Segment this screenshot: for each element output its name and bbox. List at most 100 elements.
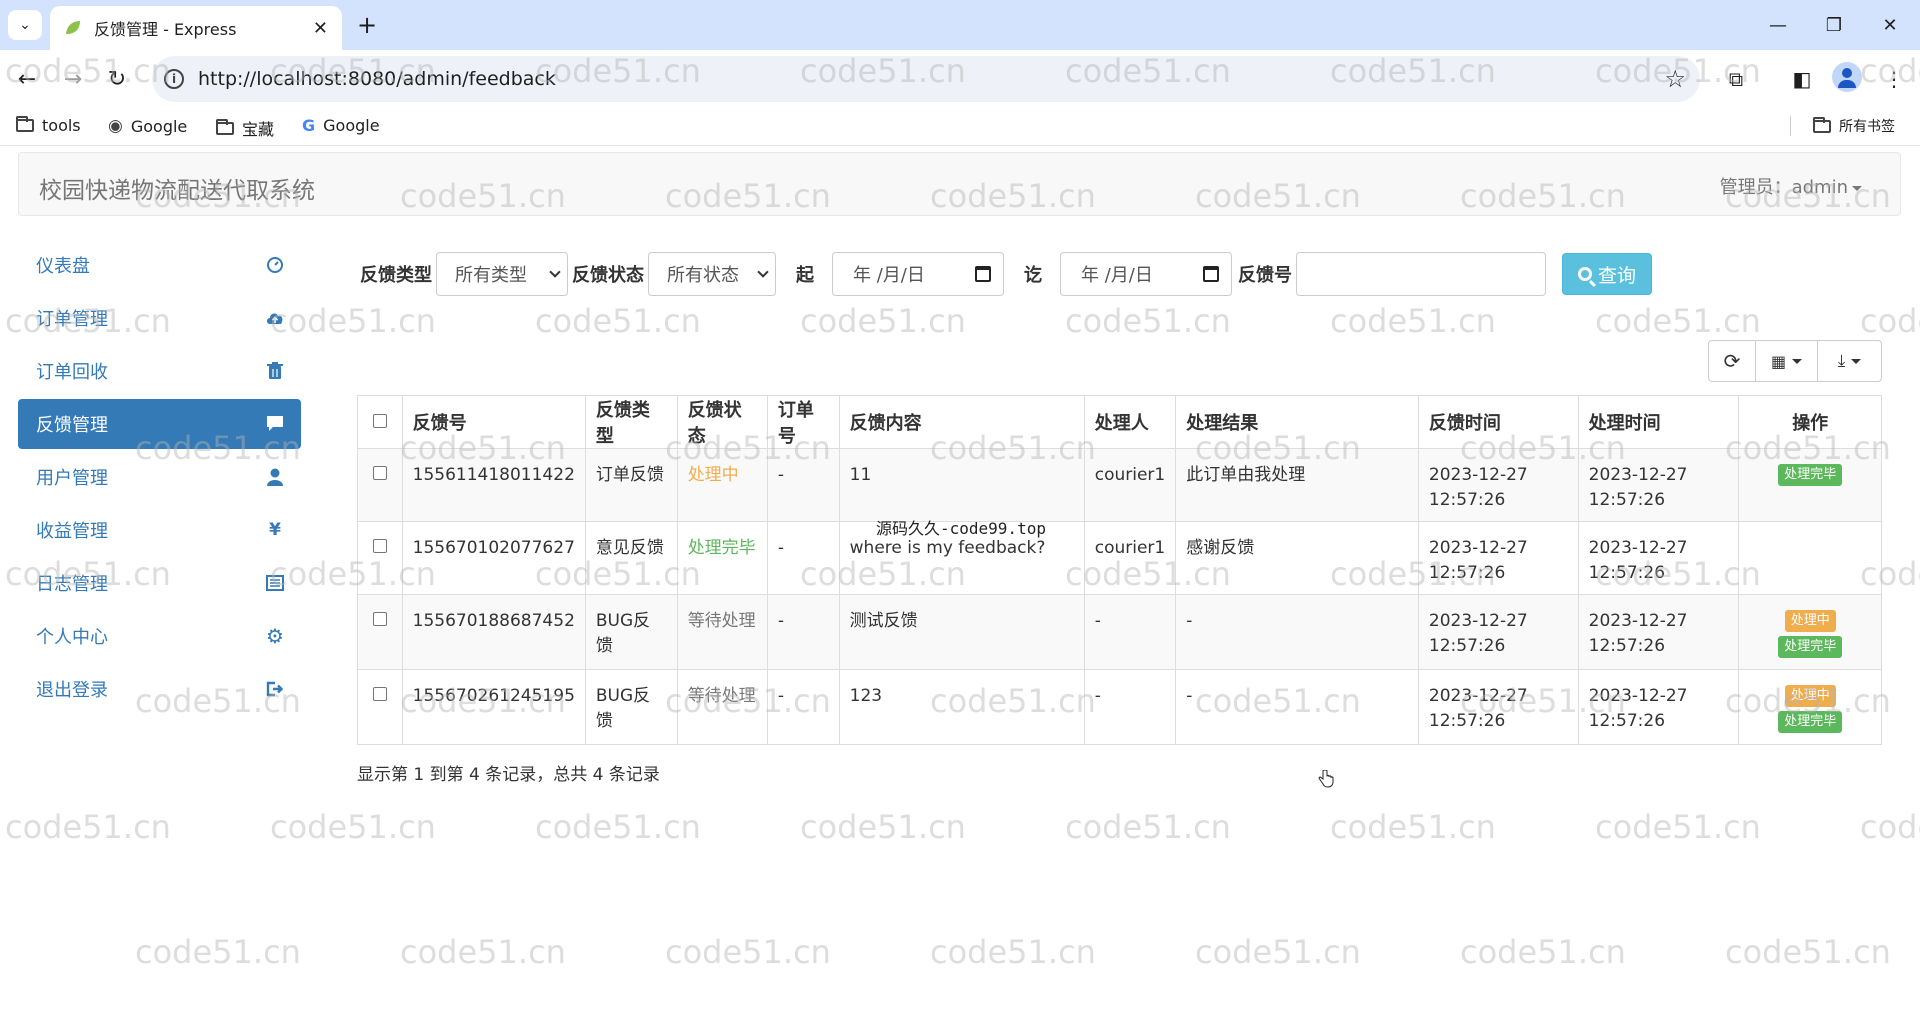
profile-avatar[interactable] xyxy=(1832,62,1862,92)
mark-processing-button[interactable]: 处理中 xyxy=(1784,685,1836,707)
feedback-status-select[interactable]: 所有状态 xyxy=(648,252,776,296)
table-row[interactable]: 155611418011422 订单反馈 处理中 -11 courier1 此订单由我处理… xyxy=(357,448,1882,522)
sidebar-item-feedback[interactable]: 反馈管理 xyxy=(18,399,301,449)
sidebar-item-order-recycle[interactable]: 订单回收 xyxy=(18,346,301,396)
refresh-button[interactable]: ⟳ xyxy=(1708,340,1756,382)
watermark-text: code51.cn xyxy=(1065,808,1231,846)
sidebar-item-logs[interactable]: 日志管理 xyxy=(18,558,301,608)
cell-created: 2023-12-27 12:57:26 xyxy=(1417,669,1579,745)
bookmark-tools[interactable]: tools xyxy=(16,116,81,135)
address-bar[interactable]: i http://localhost:8080/admin/feedback ☆ xyxy=(152,56,1700,102)
feedback-id-input[interactable] xyxy=(1296,252,1546,296)
menu-kebab-icon[interactable]: ⋮ xyxy=(1878,64,1910,94)
sidebar-item-profile[interactable]: 个人中心 ⚙ xyxy=(18,611,301,661)
cell-id: 155670261245195 xyxy=(401,669,586,745)
sidebar-item-orders[interactable]: 订单管理 xyxy=(18,293,301,343)
bookmark-google-1[interactable]: ◉ Google xyxy=(108,116,187,136)
sidebar-item-logout[interactable]: 退出登录 xyxy=(18,664,301,714)
caret-down-icon xyxy=(1852,185,1862,191)
pagination-info: 显示第 1 到第 4 条记录，总共 4 条记录 xyxy=(357,765,660,785)
watermark-text: code51.cn xyxy=(665,933,831,971)
columns-toggle-button[interactable]: ▦ xyxy=(1756,340,1818,382)
end-date-input[interactable]: 年 /月/日 xyxy=(1060,252,1232,296)
list-alt-icon xyxy=(265,573,285,593)
close-window-button[interactable]: ✕ xyxy=(1870,10,1910,40)
minimize-button[interactable]: — xyxy=(1758,10,1798,40)
reload-button[interactable]: ↻ xyxy=(102,64,132,94)
watermark-text: code51.cn xyxy=(135,933,301,971)
bookmark-star-icon[interactable]: ☆ xyxy=(1664,65,1686,93)
sidebar-nav: 仪表盘 订单管理 订单回收 反馈管理 用户管理 收益管理 ¥ 日志管理 个人中心… xyxy=(18,240,301,717)
calendar-icon[interactable] xyxy=(975,266,991,282)
sidebar-item-dashboard[interactable]: 仪表盘 xyxy=(18,240,301,290)
row-select-cell xyxy=(357,448,403,522)
mark-processing-button[interactable]: 处理中 xyxy=(1784,610,1836,632)
site-info-icon[interactable]: i xyxy=(164,69,184,89)
table-row[interactable]: 155670188687452 BUG反馈 等待处理 - 测试反馈 - -2023-12-2… xyxy=(357,594,1882,670)
column-header-handled[interactable]: 处理时间 xyxy=(1577,395,1740,449)
cell-actions: 处理中 处理完毕 xyxy=(1738,594,1882,670)
query-button[interactable]: 查询 xyxy=(1562,253,1652,295)
mark-done-button[interactable]: 处理完毕 xyxy=(1778,636,1843,658)
column-header-handler[interactable]: 处理人 xyxy=(1083,395,1177,449)
bookmark-google-2[interactable]: G Google xyxy=(302,116,380,135)
column-header-result[interactable]: 处理结果 xyxy=(1175,395,1419,449)
column-header-order[interactable]: 订单号 xyxy=(766,395,840,449)
back-button[interactable]: ← xyxy=(12,64,42,94)
tab-title: 反馈管理 - Express xyxy=(94,20,237,39)
sidebar-item-users[interactable]: 用户管理 xyxy=(18,452,301,502)
row-checkbox[interactable] xyxy=(372,612,387,626)
row-select-cell xyxy=(357,521,403,595)
row-checkbox[interactable] xyxy=(372,466,387,480)
row-checkbox[interactable] xyxy=(372,687,387,701)
side-panel-icon[interactable]: ◧ xyxy=(1786,64,1818,94)
row-checkbox[interactable] xyxy=(372,539,387,553)
column-header-id[interactable]: 反馈号 xyxy=(401,395,586,449)
column-header-created[interactable]: 反馈时间 xyxy=(1417,395,1579,449)
column-header-type[interactable]: 反馈类型 xyxy=(584,395,678,449)
restore-button[interactable]: ❐ xyxy=(1814,10,1854,40)
row-select-cell xyxy=(357,669,403,745)
new-tab-button[interactable]: + xyxy=(352,10,382,40)
url-text[interactable]: http://localhost:8080/admin/feedback xyxy=(198,68,556,90)
mark-done-button[interactable]: 处理完毕 xyxy=(1778,711,1843,733)
cell-handler: - xyxy=(1083,594,1177,670)
select-all-checkbox[interactable] xyxy=(372,413,387,428)
user-icon xyxy=(265,467,285,487)
extensions-icon[interactable]: ⧉ xyxy=(1720,64,1752,94)
table-row[interactable]: 155670261245195 BUG反馈 等待处理 -123- -2023-12-27… xyxy=(357,669,1882,745)
feedback-type-select[interactable]: 所有类型 xyxy=(436,252,568,296)
watermark-text: code51.cn xyxy=(1330,808,1496,846)
feedback-id-label: 反馈号 xyxy=(1238,265,1292,286)
select-all-cell xyxy=(357,395,403,449)
sidebar-item-revenue[interactable]: 收益管理 ¥ xyxy=(18,505,301,555)
admin-dropdown[interactable]: 管理员：admin xyxy=(1720,173,1862,199)
column-header-status[interactable]: 反馈状态 xyxy=(676,395,768,449)
table-header-row: 反馈号 反馈类型 反馈状态 订单号 反馈内容 处理人 处理结果 反馈时间 处理时… xyxy=(357,395,1882,449)
cell-actions: 处理中 处理完毕 xyxy=(1738,669,1882,745)
cell-handled: 2023-12-27 12:57:26 xyxy=(1577,448,1740,522)
mark-done-button[interactable]: 处理完毕 xyxy=(1778,464,1843,486)
calendar-icon[interactable] xyxy=(1203,266,1219,282)
column-header-content[interactable]: 反馈内容 xyxy=(838,395,1085,449)
cell-order: - xyxy=(766,669,840,745)
all-bookmarks[interactable]: 所有书签 xyxy=(1790,116,1895,136)
forward-button[interactable]: → xyxy=(58,64,88,94)
watermark-text: code51.cn xyxy=(800,302,966,340)
folder-icon xyxy=(16,116,34,132)
watermark-text: code51.cn xyxy=(5,808,171,846)
bookmarks-bar: tools ◉ Google 宝藏 G Google 所有书签 xyxy=(0,108,1920,146)
watermark-text: code51.cn xyxy=(1860,808,1920,846)
export-button[interactable]: ⤓ xyxy=(1818,340,1882,382)
search-icon xyxy=(1577,267,1592,281)
browser-tab[interactable]: 反馈管理 - Express ✕ xyxy=(50,6,342,50)
chevron-down-icon xyxy=(757,266,769,278)
table-row[interactable]: 155670102077627 意见反馈 处理完毕 - where is my feed… xyxy=(357,521,1882,595)
close-tab-icon[interactable]: ✕ xyxy=(313,18,328,39)
bookmark-treasure[interactable]: 宝藏 xyxy=(216,116,274,140)
tab-search-button[interactable]: ⌄ xyxy=(8,10,42,40)
app-title[interactable]: 校园快递物流配送代取系统 xyxy=(39,171,315,205)
cell-handler: courier1 xyxy=(1083,521,1177,595)
start-date-input[interactable]: 年 /月/日 xyxy=(832,252,1004,296)
refresh-icon: ⟳ xyxy=(1723,349,1741,373)
